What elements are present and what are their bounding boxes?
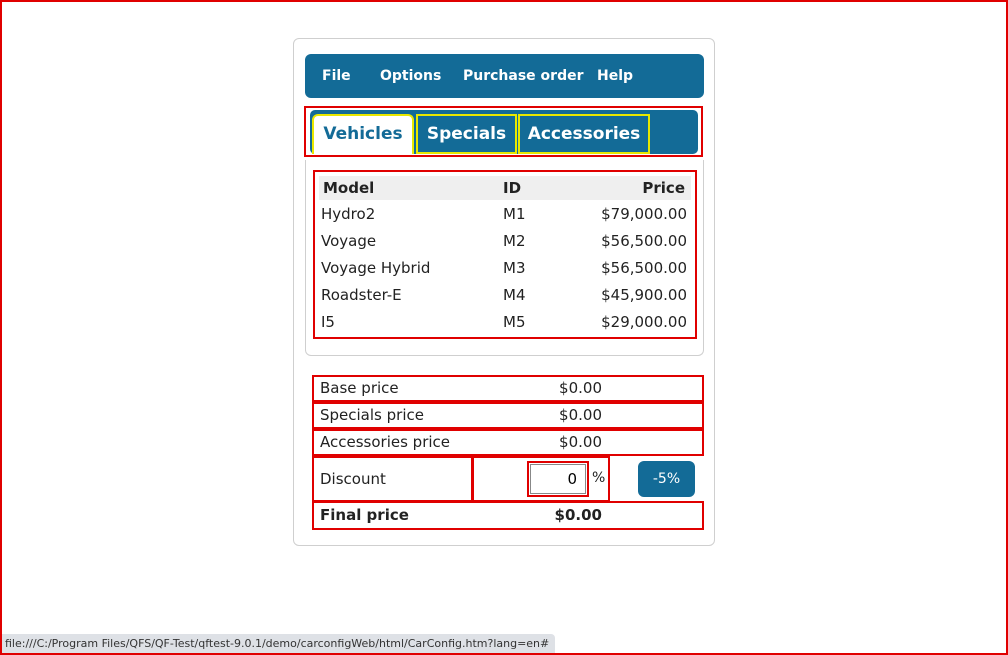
column-header-model[interactable]: Model [319, 176, 503, 200]
column-header-price[interactable]: Price [549, 176, 691, 200]
percent-sign: % [592, 470, 606, 486]
column-header-id[interactable]: ID [501, 176, 549, 200]
base-price-label: Base price [320, 379, 399, 397]
status-bar-url: file:///C:/Program Files/QFS/QF-Test/qft… [2, 634, 556, 653]
discount-label: Discount [320, 470, 386, 488]
cell-model: I5 [321, 313, 335, 331]
cell-id: M5 [503, 313, 526, 331]
tab-specials[interactable]: Specials [416, 114, 517, 154]
discount-label-cell: Discount [312, 456, 473, 502]
discount-5-percent-button[interactable]: -5% [638, 461, 695, 497]
accessories-price-value: $0.00 [559, 433, 602, 451]
accessories-price-label: Accessories price [320, 433, 451, 451]
cell-id: M1 [503, 205, 526, 223]
cell-price: $79,000.00 [601, 205, 687, 223]
cell-model: Hydro2 [321, 205, 376, 223]
tab-accessories[interactable]: Accessories [518, 114, 650, 154]
cell-price: $56,500.00 [601, 232, 687, 250]
menu-options[interactable]: Options [380, 54, 441, 98]
final-price-value: $0.00 [554, 506, 602, 524]
menu-file[interactable]: File [322, 54, 351, 98]
base-price-row: Base price $0.00 [312, 375, 704, 402]
tab-bar-background: Vehicles Specials Accessories [310, 110, 698, 154]
menu-help[interactable]: Help [597, 54, 633, 98]
menu-bar: File Options Purchase order Help [305, 54, 704, 98]
cell-price: $56,500.00 [601, 259, 687, 277]
specials-price-row: Specials price $0.00 [312, 402, 704, 429]
cell-id: M2 [503, 232, 526, 250]
accessories-price-row: Accessories price $0.00 [312, 429, 704, 456]
cell-price: $29,000.00 [601, 313, 687, 331]
vehicles-table: Model ID Price Hydro2 M1 $79,000.00 Voya… [313, 170, 697, 339]
final-price-label: Final price [320, 506, 409, 524]
specials-price-value: $0.00 [559, 406, 602, 424]
final-price-row: Final price $0.00 [312, 501, 704, 530]
base-price-value: $0.00 [559, 379, 602, 397]
cell-model: Voyage Hybrid [321, 259, 431, 277]
cell-model: Voyage [321, 232, 377, 250]
menu-purchase-order[interactable]: Purchase order [463, 54, 584, 98]
cell-model: Roadster-E [321, 286, 402, 304]
tab-vehicles[interactable]: Vehicles [312, 114, 414, 154]
cell-price: $45,900.00 [601, 286, 687, 304]
cell-id: M3 [503, 259, 526, 277]
specials-price-label: Specials price [320, 406, 424, 424]
tab-bar: Vehicles Specials Accessories [304, 106, 703, 157]
discount-input[interactable] [530, 464, 586, 494]
cell-id: M4 [503, 286, 526, 304]
